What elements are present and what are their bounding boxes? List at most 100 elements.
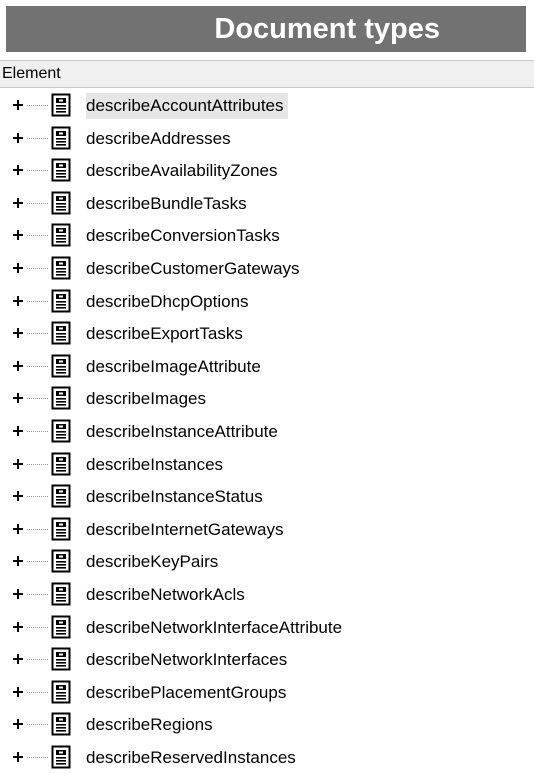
expand-icon[interactable] [12, 489, 26, 503]
expand-icon[interactable] [12, 326, 26, 340]
tree-item[interactable]: describeNetworkInterfaces [0, 644, 534, 677]
tree-item[interactable]: describeNetworkAcls [0, 579, 534, 612]
document-icon [51, 549, 71, 573]
expand-icon[interactable] [12, 294, 26, 308]
tree-item-label: describeReservedInstances [86, 747, 296, 767]
tree-connector-line [27, 756, 49, 758]
tree-connector-line [27, 659, 49, 661]
tree-item-label: describeImageAttribute [86, 356, 261, 376]
tree-item[interactable]: describeConversionTasks [0, 220, 534, 253]
document-icon [51, 615, 71, 638]
tree-connector-line [27, 267, 49, 269]
tree-connector-line [27, 691, 49, 693]
tree-item[interactable]: describeDhcpOptions [0, 286, 534, 319]
tree-item-label: describeImages [86, 389, 207, 409]
document-icon [51, 158, 71, 182]
tree-item-label: describeExportTasks [86, 324, 243, 344]
tree-item[interactable]: describeKeyPairs [0, 546, 534, 579]
tree-item-label: describeNetworkInterfaceAttribute [86, 617, 343, 637]
document-icon [51, 582, 71, 606]
tree-item[interactable]: describeInstanceStatus [0, 481, 534, 514]
document-icon [51, 419, 71, 443]
expand-icon[interactable] [12, 522, 26, 536]
expand-icon[interactable] [12, 717, 26, 731]
column-header-element[interactable]: Element [0, 60, 534, 88]
tree-item-label: describeInstanceAttribute [86, 421, 278, 441]
document-type-tree: describeAccountAttributes describeAddress… [0, 90, 534, 774]
expand-icon[interactable] [12, 457, 26, 471]
tree-item[interactable]: describeNetworkInterfaceAttribute [0, 612, 534, 645]
tree-connector-line [27, 333, 49, 335]
tree-connector-line [27, 528, 49, 530]
document-icon [51, 484, 71, 508]
document-icon [51, 452, 71, 476]
tree-item[interactable]: describeInternetGateways [0, 514, 534, 547]
tree-item-label: describeCustomerGateways [86, 258, 300, 278]
document-icon [51, 745, 71, 769]
document-icon [51, 126, 71, 150]
tree-connector-line [27, 365, 49, 367]
tree-item[interactable]: describeRegions [0, 709, 534, 742]
tree-item[interactable]: describeInstanceAttribute [0, 416, 534, 449]
tree-item[interactable]: describeImages [0, 383, 534, 416]
panel-title: Document types [6, 6, 526, 52]
document-icon [51, 680, 71, 704]
tree-connector-line [27, 561, 49, 563]
expand-icon[interactable] [12, 587, 26, 601]
tree-connector-line [27, 626, 49, 628]
tree-item[interactable]: describeAddresses [0, 123, 534, 156]
document-icon [51, 712, 71, 736]
expand-icon[interactable] [12, 685, 26, 699]
document-icon [51, 223, 71, 247]
expand-icon[interactable] [12, 750, 26, 764]
expand-icon[interactable] [12, 424, 26, 438]
expand-icon[interactable] [12, 98, 26, 112]
tree-item[interactable]: describePlacementGroups [0, 677, 534, 710]
tree-item[interactable]: describeBundleTasks [0, 188, 534, 221]
tree-item[interactable]: describeReservedInstances [0, 742, 534, 774]
tree-item-label: describeNetworkInterfaces [86, 650, 288, 670]
document-icon [51, 517, 71, 541]
tree-item[interactable]: describeExportTasks [0, 318, 534, 351]
expand-icon[interactable] [12, 359, 26, 373]
expand-icon[interactable] [12, 131, 26, 145]
expand-icon[interactable] [12, 228, 26, 242]
tree-item-label: describeInstanceStatus [86, 487, 263, 507]
document-icon [51, 93, 71, 117]
expand-icon[interactable] [12, 554, 26, 568]
document-icon [51, 647, 71, 671]
document-icon [51, 256, 71, 280]
tree-connector-line [27, 105, 49, 106]
tree-item-label: describeNetworkAcls [86, 584, 245, 604]
tree-item[interactable]: describeAccountAttributes [0, 90, 534, 123]
expand-icon[interactable] [12, 261, 26, 275]
tree-item-label: describeKeyPairs [86, 552, 219, 572]
tree-connector-line [27, 430, 49, 432]
tree-connector-line [27, 496, 49, 498]
tree-connector-line [27, 463, 49, 465]
expand-icon[interactable] [12, 163, 26, 177]
tree-connector-line [27, 235, 49, 237]
expand-icon[interactable] [12, 620, 26, 634]
tree-connector-line [27, 593, 49, 595]
expand-icon[interactable] [12, 652, 26, 666]
document-icon [51, 354, 71, 378]
expand-icon[interactable] [12, 391, 26, 405]
tree-item[interactable]: describeCustomerGateways [0, 253, 534, 286]
tree-connector-line [27, 398, 49, 400]
tree-item[interactable]: describeImageAttribute [0, 351, 534, 384]
tree-connector-line [27, 724, 49, 726]
tree-item-label: describeInternetGateways [86, 519, 284, 539]
document-icon [51, 191, 71, 215]
document-icon [51, 289, 71, 313]
tree-item-label: describeAccountAttributes [86, 93, 288, 119]
document-icon [51, 321, 71, 345]
tree-item[interactable]: describeAvailabilityZones [0, 155, 534, 188]
tree-item-label: describeInstances [86, 454, 224, 474]
tree-item-label: describePlacementGroups [86, 682, 287, 702]
expand-icon[interactable] [12, 196, 26, 210]
tree-item[interactable]: describeInstances [0, 449, 534, 482]
tree-connector-line [27, 170, 49, 172]
tree-connector-line [27, 300, 49, 302]
tree-item-label: describeBundleTasks [86, 193, 247, 213]
